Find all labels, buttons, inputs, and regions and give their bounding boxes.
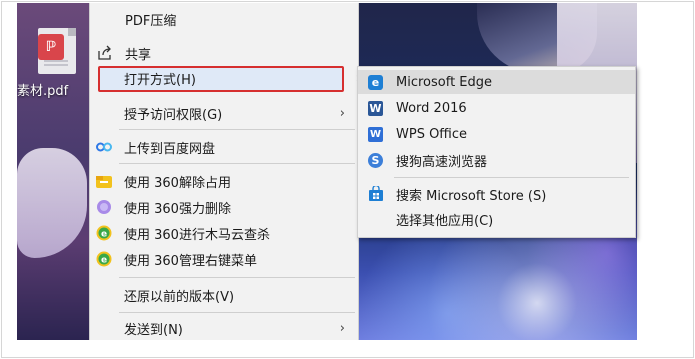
menu-item-send-to[interactable]: 发送到(N) › [89, 316, 357, 340]
menu-item-360-menu-manage[interactable]: e 使用 360管理右键菜单 [89, 247, 357, 271]
menu-item-label: 上传到百度网盘 [124, 141, 216, 157]
menu-item-open-with[interactable]: 打开方式(H) › [89, 66, 361, 90]
page-corner [68, 28, 76, 36]
submenu-item-word-2016[interactable]: W Word 2016 [358, 96, 635, 120]
submenu-item-label: 搜狗高速浏览器 [396, 154, 488, 170]
submenu-item-search-store[interactable]: 搜索 Microsoft Store (S) [358, 182, 635, 206]
menu-separator [119, 163, 355, 164]
menu-separator [119, 129, 355, 130]
menu-item-label: 授予访问权限(G) [124, 107, 223, 123]
360-delete-icon [95, 198, 113, 216]
menu-item-baidu-upload[interactable]: 上传到百度网盘 [89, 135, 357, 159]
submenu-item-label: Word 2016 [396, 100, 467, 116]
menu-separator [119, 277, 355, 278]
submenu-item-label: 搜索 Microsoft Store (S) [396, 188, 547, 204]
sogou-browser-icon: S [367, 152, 384, 169]
page-lines [44, 64, 68, 66]
menu-item-grant-access[interactable]: 授予访问权限(G) › [89, 101, 357, 125]
submenu-item-wps-office[interactable]: W WPS Office [358, 122, 635, 146]
menu-item-label: 使用 360进行木马云查杀 [124, 227, 270, 243]
wps-icon: W [368, 126, 383, 142]
menu-item-label: 使用 360强力删除 [124, 201, 231, 217]
menu-item-label: 还原以前的版本(V) [124, 289, 235, 305]
pdf-file-icon[interactable]: ℙ [38, 28, 76, 74]
menu-item-360-unlock[interactable]: 使用 360解除占用 [89, 169, 357, 193]
submenu-separator [394, 177, 629, 178]
360-unlock-icon [95, 172, 113, 190]
menu-item-360-delete[interactable]: 使用 360强力删除 [89, 195, 357, 219]
svg-text:e: e [101, 230, 107, 240]
open-with-submenu: e Microsoft Edge W Word 2016 W WPS Offic… [357, 66, 636, 238]
submenu-item-label: 选择其他应用(C) [396, 213, 494, 229]
edge-icon: e [367, 74, 384, 91]
360-scan-icon: e [95, 224, 113, 242]
submenu-item-choose-other-app[interactable]: 选择其他应用(C) [358, 207, 635, 231]
context-menu-items: 打开方式(H) › 授予访问权限(G) › 上传到百度网盘 使用 360解除占用… [89, 3, 361, 340]
chevron-right-icon: › [339, 320, 345, 336]
file-name-label[interactable]: 素材.pdf [17, 80, 89, 99]
submenu-item-label: Microsoft Edge [396, 74, 493, 90]
pdf-badge-icon: ℙ [38, 34, 64, 60]
menu-item-360-scan[interactable]: e 使用 360进行木马云查杀 [89, 221, 357, 245]
word-icon: W [368, 100, 383, 116]
submenu-item-sogou-browser[interactable]: S 搜狗高速浏览器 [358, 148, 635, 172]
menu-item-label: 使用 360管理右键菜单 [124, 253, 257, 269]
menu-item-label: 发送到(N) [124, 322, 183, 338]
svg-text:e: e [101, 256, 107, 266]
store-icon [367, 186, 384, 203]
submenu-item-microsoft-edge[interactable]: e Microsoft Edge [358, 70, 635, 94]
menu-item-restore-versions[interactable]: 还原以前的版本(V) [89, 283, 357, 307]
submenu-item-label: WPS Office [396, 126, 468, 142]
menu-item-label: 打开方式(H) [124, 72, 196, 88]
chevron-right-icon: › [339, 105, 345, 121]
menu-item-label: 使用 360解除占用 [124, 175, 231, 191]
baidu-netdisk-icon [95, 138, 113, 156]
menu-separator [119, 312, 355, 313]
360-menu-icon: e [95, 250, 113, 268]
